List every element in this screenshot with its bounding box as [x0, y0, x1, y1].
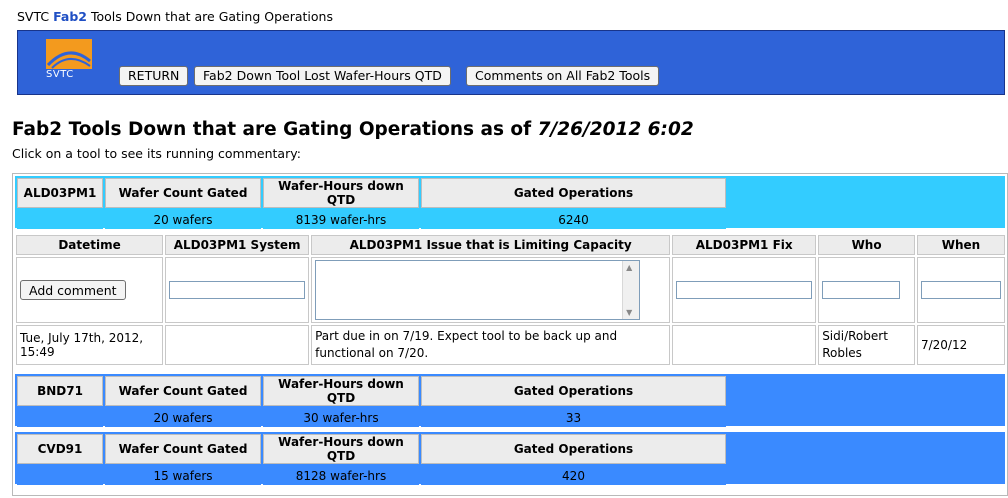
tool-summary-header-row: CVD91 Wafer Count Gated Wafer-Hours down… [17, 434, 726, 464]
page-title-datetime: 7/26/2012 6:02 [537, 119, 694, 140]
tool-summary-header-row: BND71 Wafer Count Gated Wafer-Hours down… [17, 376, 726, 406]
col-when: When [916, 235, 1005, 255]
tool-summary-value-row: 20 wafers 30 wafer-hrs 33 [17, 408, 726, 427]
wafer-hours-value: 30 wafer-hrs [263, 408, 419, 427]
page-title-text: Fab2 Tools Down that are Gating Operatio… [12, 119, 532, 140]
col-fix: ALD03PM1 Fix [672, 235, 817, 255]
down-tool-lost-wafer-hours-button[interactable]: Fab2 Down Tool Lost Wafer-Hours QTD [194, 66, 451, 86]
comments-all-tools-button[interactable]: Comments on All Fab2 Tools [466, 66, 660, 86]
top-title-prefix: SVTC [17, 9, 50, 24]
tool-summary-value-row: 20 wafers 8139 wafer-hrs 6240 [17, 210, 726, 229]
wafer-count-header: Wafer Count Gated [105, 434, 261, 464]
wafer-hours-value: 8139 wafer-hrs [263, 210, 419, 229]
wafer-count-value: 20 wafers [105, 210, 261, 229]
commentary-row: Tue, July 17th, 2012, 15:49 Part due in … [16, 325, 1005, 365]
col-who: Who [818, 235, 915, 255]
col-system: ALD03PM1 System [165, 235, 310, 255]
wafer-hours-value: 8128 wafer-hrs [263, 466, 419, 485]
page-title: Fab2 Tools Down that are Gating Operatio… [12, 119, 694, 140]
wafer-count-value: 20 wafers [105, 408, 261, 427]
comment-issue: Part due in on 7/19. Expect tool to be b… [311, 325, 671, 365]
tool-block-ald03pm1[interactable]: ALD03PM1 Wafer Count Gated Wafer-Hours d… [15, 176, 1005, 231]
tool-name-cell[interactable]: CVD91 [17, 434, 103, 464]
tool-summary-table: ALD03PM1 Wafer Count Gated Wafer-Hours d… [15, 176, 728, 231]
system-input[interactable] [169, 281, 306, 299]
return-button[interactable]: RETURN [119, 66, 189, 86]
top-title-suffix: Tools Down that are Gating Operations [90, 9, 333, 24]
gated-ops-value: 33 [421, 408, 726, 427]
comment-fix [672, 325, 817, 365]
add-comment-button[interactable]: Add comment [20, 280, 126, 300]
commentary-table: Datetime ALD03PM1 System ALD03PM1 Issue … [14, 233, 1007, 367]
page-instructions: Click on a tool to see its running comme… [12, 146, 301, 161]
header-banner: SVTC RETURN Fab2 Down Tool Lost Wafer-Ho… [17, 30, 1005, 95]
empty-cell [17, 210, 103, 229]
tool-block-cvd91[interactable]: CVD91 Wafer Count Gated Wafer-Hours down… [15, 432, 1005, 487]
top-title-fab-link[interactable]: Fab2 [53, 9, 87, 24]
gated-ops-header: Gated Operations [421, 178, 726, 208]
tool-name-cell[interactable]: ALD03PM1 [17, 178, 103, 208]
empty-cell [17, 408, 103, 427]
system-input-cell [165, 257, 310, 323]
when-input[interactable] [920, 281, 1001, 299]
comment-who: Sidi/Robert Robles [818, 325, 915, 365]
tool-summary-header-row: ALD03PM1 Wafer Count Gated Wafer-Hours d… [17, 178, 726, 208]
gated-ops-header: Gated Operations [421, 434, 726, 464]
tool-summary-table: BND71 Wafer Count Gated Wafer-Hours down… [15, 374, 728, 429]
when-input-cell [916, 257, 1005, 323]
col-issue: ALD03PM1 Issue that is Limiting Capacity [311, 235, 671, 255]
wafer-count-header: Wafer Count Gated [105, 376, 261, 406]
fix-input[interactable] [676, 281, 813, 299]
svtc-logo-label: SVTC [46, 69, 74, 80]
gated-ops-value: 420 [421, 466, 726, 485]
page-top-title: SVTC Fab2 Tools Down that are Gating Ope… [17, 9, 333, 24]
empty-cell [17, 466, 103, 485]
gated-ops-header: Gated Operations [421, 376, 726, 406]
who-input-cell [818, 257, 915, 323]
fix-input-cell [672, 257, 817, 323]
wafer-hours-header: Wafer-Hours down QTD [263, 376, 419, 406]
comment-when: 7/20/12 [916, 325, 1005, 365]
wafer-hours-header: Wafer-Hours down QTD [263, 178, 419, 208]
scroll-up-arrow-icon[interactable]: ▲ [626, 263, 632, 272]
tool-block-bnd71[interactable]: BND71 Wafer Count Gated Wafer-Hours down… [15, 374, 1005, 429]
wafer-count-header: Wafer Count Gated [105, 178, 261, 208]
gated-ops-value: 6240 [421, 210, 726, 229]
tools-container: ALD03PM1 Wafer Count Gated Wafer-Hours d… [12, 173, 1008, 496]
wafer-count-value: 15 wafers [105, 466, 261, 485]
issue-textarea[interactable]: ▲ ▼ [315, 260, 641, 320]
scroll-down-arrow-icon[interactable]: ▼ [626, 308, 632, 317]
tool-summary-value-row: 15 wafers 8128 wafer-hrs 420 [17, 466, 726, 485]
textarea-scrollbar[interactable]: ▲ ▼ [622, 261, 640, 319]
commentary-header-row: Datetime ALD03PM1 System ALD03PM1 Issue … [16, 235, 1005, 255]
comment-datetime: Tue, July 17th, 2012, 15:49 [16, 325, 164, 365]
issue-input-cell: ▲ ▼ [311, 257, 671, 323]
who-input[interactable] [822, 281, 901, 299]
tool-summary-table: CVD91 Wafer Count Gated Wafer-Hours down… [15, 432, 728, 487]
commentary-table-wrap: Datetime ALD03PM1 System ALD03PM1 Issue … [14, 233, 1007, 367]
commentary-input-row: Add comment ▲ ▼ [16, 257, 1005, 323]
tool-name-cell[interactable]: BND71 [17, 376, 103, 406]
col-datetime: Datetime [16, 235, 164, 255]
wafer-hours-header: Wafer-Hours down QTD [263, 434, 419, 464]
add-comment-cell: Add comment [16, 257, 164, 323]
comment-system [165, 325, 310, 365]
